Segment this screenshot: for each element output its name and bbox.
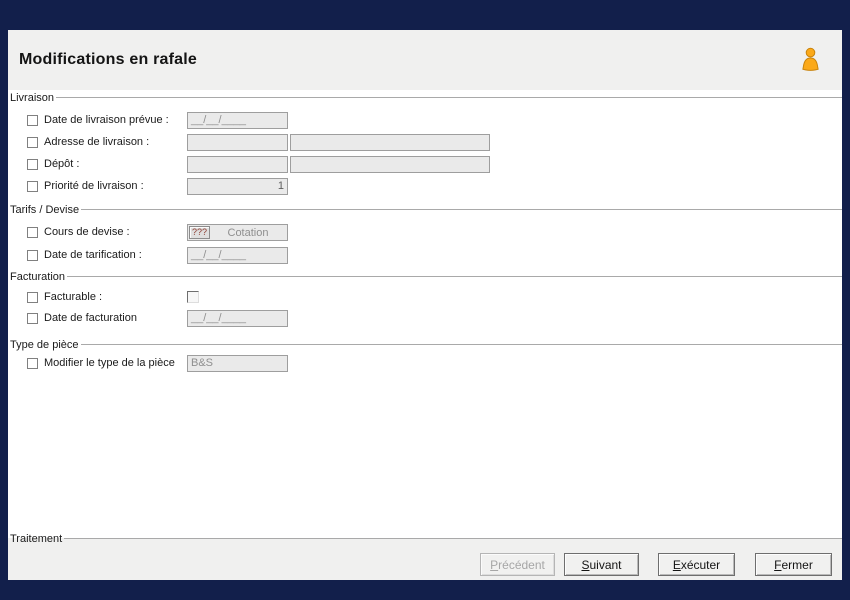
checkbox-date-facturation[interactable] [27,313,38,324]
adresse-libelle-input[interactable] [290,134,490,151]
group-facturation: Facturation [10,270,842,283]
bulk-modifications-dialog: Modifications en rafale Livraison Date d… [8,30,842,580]
date-facturation-input[interactable]: __/__/____ [187,310,288,327]
group-rule [56,97,842,98]
group-label: Tarifs / Devise [10,203,80,216]
lookup-button[interactable]: ??? [189,226,210,239]
field-label: Priorité de livraison : [44,180,144,192]
person-icon [799,47,822,80]
dialog-header: Modifications en rafale [8,30,842,90]
group-label: Traitement [10,532,63,545]
page-title: Modifications en rafale [19,51,197,68]
group-label: Facturation [10,270,66,283]
row-adresse-livraison: Adresse de livraison : [8,134,842,151]
date-livraison-input[interactable]: __/__/____ [187,112,288,129]
type-piece-input[interactable]: B&S [187,355,288,372]
group-label: Type de pièce [10,338,79,351]
group-livraison: Livraison [10,91,842,104]
suivant-button[interactable]: Suivant [564,553,639,576]
field-label: Facturable : [44,291,103,303]
checkbox-priorite[interactable] [27,181,38,192]
group-type-piece: Type de pièce [10,338,842,351]
group-rule [81,209,842,210]
field-label: Adresse de livraison : [44,136,150,148]
field-label: Date de facturation [44,312,137,324]
checkbox-type-piece[interactable] [27,358,38,369]
group-tarifs: Tarifs / Devise [10,203,842,216]
group-traitement: Traitement [10,532,842,545]
group-label: Livraison [10,91,55,104]
date-tarification-input[interactable]: __/__/____ [187,247,288,264]
row-depot: Dépôt : [8,156,842,173]
checkbox-date-tarification[interactable] [27,250,38,261]
row-facturable: Facturable : [8,289,842,306]
adresse-code-input[interactable] [187,134,288,151]
fermer-button[interactable]: Fermer [755,553,832,576]
executer-button[interactable]: Exécuter [658,553,735,576]
group-rule [64,538,842,539]
cotation-field[interactable]: ??? Cotation [187,224,288,241]
checkbox-cours-devise[interactable] [27,227,38,238]
row-date-facturation: Date de facturation __/__/____ [8,310,842,327]
depot-code-input[interactable] [187,156,288,173]
field-label: Dépôt : [44,158,80,170]
facturable-value-checkbox[interactable] [187,291,199,303]
checkbox-depot[interactable] [27,159,38,170]
checkbox-date-livraison[interactable] [27,115,38,126]
row-cours-devise: Cours de devise : ??? Cotation [8,224,842,241]
checkbox-adresse-livraison[interactable] [27,137,38,148]
depot-libelle-input[interactable] [290,156,490,173]
row-date-tarification: Date de tarification : __/__/____ [8,247,842,264]
group-rule [80,344,842,345]
field-label: Modifier le type de la pièce [44,357,175,369]
field-label: Date de livraison prévue : [44,114,169,126]
field-label: Cours de devise : [44,226,130,238]
cotation-value: Cotation [227,226,269,239]
field-label: Date de tarification : [44,249,142,261]
checkbox-facturable[interactable] [27,292,38,303]
row-date-livraison: Date de livraison prévue : __/__/____ [8,112,842,129]
priorite-input[interactable]: 1 [187,178,288,195]
precedent-button[interactable]: Précédent [480,553,555,576]
row-priorite: Priorité de livraison : 1 [8,178,842,195]
group-rule [67,276,842,277]
row-type-piece: Modifier le type de la pièce B&S [8,355,842,372]
